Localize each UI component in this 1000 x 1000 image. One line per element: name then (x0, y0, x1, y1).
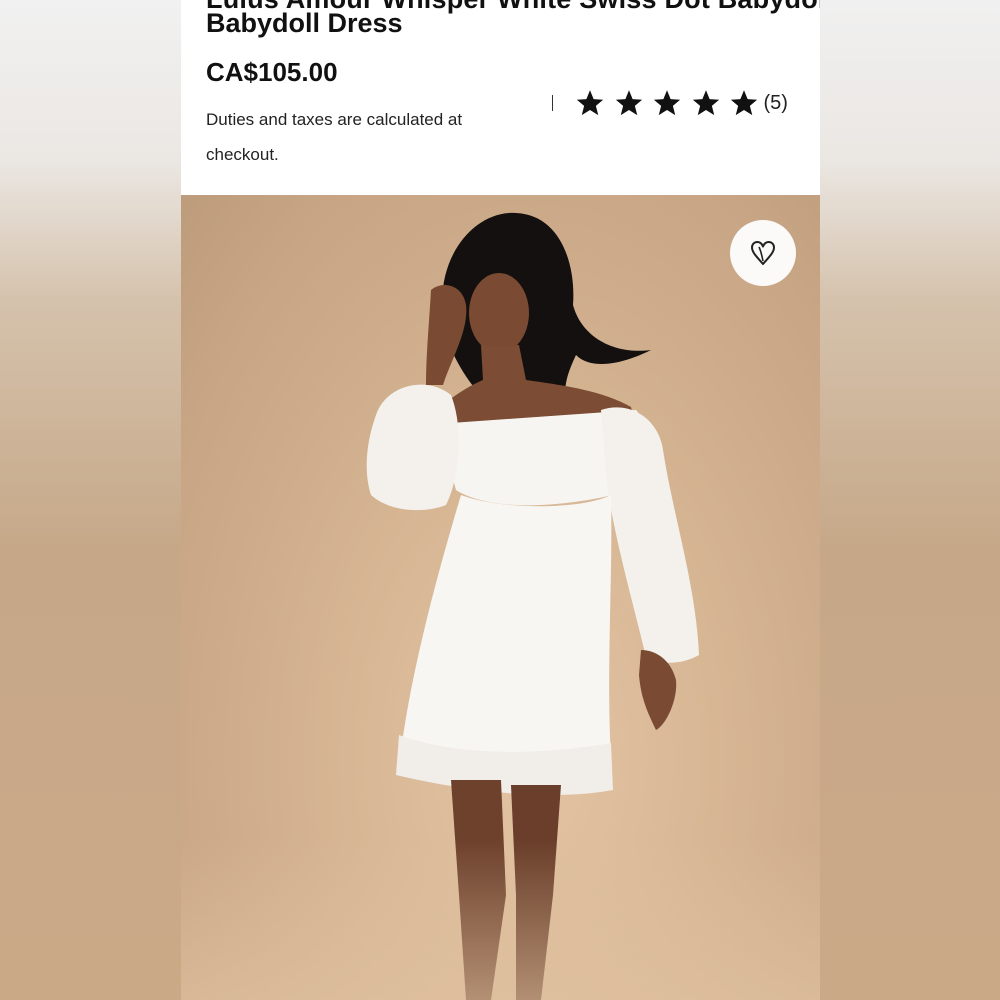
product-price: CA$105.00 (206, 57, 338, 87)
product-page: Lulus Amour Whisper White Swiss Dot Baby… (181, 0, 820, 1000)
favorite-button[interactable] (730, 220, 796, 286)
star-icon (576, 90, 604, 116)
left-background-blur (0, 0, 181, 1000)
face (469, 273, 529, 353)
star-icon (653, 90, 681, 116)
star-icon (692, 90, 719, 116)
rating-stars[interactable]: (5) (575, 88, 788, 118)
left-sleeve (366, 384, 459, 511)
product-photo[interactable] (181, 195, 820, 1000)
product-title: Babydoll Dress (206, 8, 403, 38)
duties-note: Duties and taxes are calculated at check… (206, 110, 463, 164)
dress-skirt (399, 495, 612, 786)
divider (552, 95, 553, 111)
raised-arm (426, 285, 467, 385)
right-background-blur (820, 0, 1000, 1000)
product-header: Lulus Amour Whisper White Swiss Dot Baby… (181, 0, 820, 195)
star-icon (730, 90, 758, 116)
star-icon (615, 90, 642, 116)
review-count[interactable]: (5) (764, 92, 788, 115)
heart-icon (751, 241, 775, 265)
floor-shade (181, 840, 820, 1000)
right-sleeve (601, 407, 699, 663)
